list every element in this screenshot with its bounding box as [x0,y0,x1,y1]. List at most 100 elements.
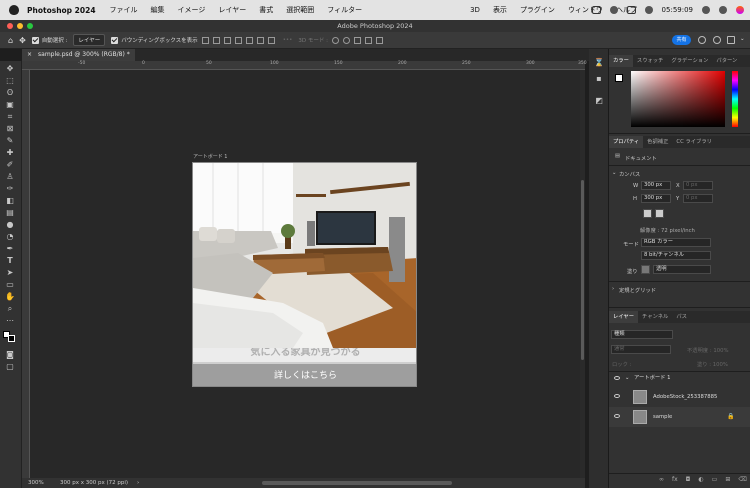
bounding-box-option[interactable]: バウンディングボックスを表示 [111,36,198,44]
new-group-icon[interactable]: ▭ [712,476,718,483]
horizontal-scrollbar-thumb[interactable] [262,481,452,485]
status-menu-arrow[interactable]: › [137,478,139,488]
close-tab-icon[interactable]: × [27,49,32,61]
layer-name[interactable]: アートボード 1 [634,369,671,387]
y-input[interactable]: 0 px [683,194,713,203]
height-input[interactable]: 300 px [641,194,671,203]
help-icon[interactable] [713,36,721,44]
width-input[interactable]: 300 px [641,181,671,190]
share-button[interactable]: 共有 [672,35,691,45]
menu-view[interactable]: 表示 [493,5,507,15]
layer-filter-dropdown[interactable]: 種類 [611,330,673,339]
path-select-tool-icon[interactable]: ➤ [5,269,15,277]
menu-select[interactable]: 選択範囲 [286,5,314,15]
landscape-icon[interactable] [655,209,664,218]
layer-name[interactable]: sample [653,407,672,427]
dodge-tool-icon[interactable]: ◔ [5,233,15,241]
background-color-icon[interactable] [8,335,15,342]
banner-headline[interactable]: 気に入る家具が見つかる [193,348,416,362]
auto-select-option[interactable]: 自動選択 : [31,36,67,44]
tab-adjustments[interactable]: 色調補正 [643,136,672,148]
chevron-right-icon[interactable]: › [612,286,614,292]
close-window-icon[interactable] [7,23,13,29]
brush-tool-icon[interactable]: ✐ [5,161,15,169]
foreground-swatch[interactable] [615,74,623,82]
siri-icon[interactable] [736,6,744,14]
clock-time[interactable]: 05:59:09 [662,6,693,14]
clock-icon[interactable] [644,6,653,14]
blend-mode-dropdown[interactable]: 通常 [611,345,671,354]
stamp-tool-icon[interactable]: ♙ [5,173,15,181]
crop-tool-icon[interactable]: ⌗ [5,113,15,121]
blur-tool-icon[interactable]: ● [5,221,15,229]
distribute-icon[interactable] [267,36,275,44]
3d-slide-icon[interactable] [365,36,373,44]
cta-button[interactable]: 詳しくはこちら [193,364,416,386]
zoom-tool-icon[interactable]: ⌕ [5,305,15,313]
fx-icon[interactable]: fx [672,476,678,483]
wifi-icon[interactable] [609,6,618,14]
visibility-eye-icon[interactable] [614,414,620,418]
opacity-field[interactable]: 不透明度 : 100% [687,346,728,354]
trash-icon[interactable]: ⌫ [738,476,746,483]
canvas-section-title[interactable]: カンバス [619,170,640,178]
align-left-icon[interactable] [201,36,209,44]
screen-mode-icon[interactable]: ▢ [5,363,15,371]
align-right-icon[interactable] [223,36,231,44]
layer-row-sample[interactable]: sample 🔒 [609,407,750,427]
tab-cc-libraries[interactable]: CC ライブラリ [672,136,716,148]
control-center-icon[interactable] [719,6,727,14]
pen-tool-icon[interactable]: ✒ [5,245,15,253]
menu-edit[interactable]: 編集 [151,5,165,15]
vertical-scrollbar[interactable] [580,70,585,478]
zoom-window-icon[interactable] [27,23,33,29]
tab-layers[interactable]: レイヤー [609,311,639,323]
3d-pan-icon[interactable] [354,36,362,44]
tab-gradients[interactable]: グラデーション [667,55,712,67]
chevron-down-icon[interactable]: ⌄ [740,36,746,44]
search-icon[interactable] [702,6,710,14]
more-tools-icon[interactable]: ⋯ [5,317,15,325]
move-tool-icon[interactable]: ✥ [5,65,15,73]
battery-icon[interactable] [626,6,636,14]
menu-type[interactable]: 書式 [259,5,273,15]
more-options-icon[interactable]: ••• [283,37,293,43]
type-tool-icon[interactable]: T [5,257,15,265]
scrollbar-thumb[interactable] [581,180,584,360]
3d-scale-icon[interactable] [376,36,384,44]
adjustments-icon[interactable]: ◩ [594,97,604,105]
document-tab[interactable]: × sample.psd @ 300% (RGB/8) * [22,49,135,61]
artboard-label[interactable]: アートボード 1 [193,153,227,160]
gradient-tool-icon[interactable]: ▤ [5,209,15,217]
tab-paths[interactable]: パス [672,311,691,323]
fill-swatch[interactable] [641,265,650,274]
tab-swatches[interactable]: スウォッチ [633,55,668,67]
home-icon[interactable]: ⌂ [8,36,13,45]
app-menu[interactable]: Photoshop 2024 [27,6,96,15]
search-icon[interactable] [698,36,706,44]
menu-file[interactable]: ファイル [110,5,138,15]
mode-dropdown[interactable]: RGB カラー [641,238,711,247]
move-tool-icon[interactable]: ✥ [19,36,26,45]
menu-filter[interactable]: フィルター [327,5,362,15]
screen-icon[interactable] [591,6,601,14]
tab-patterns[interactable]: パターン [712,55,741,67]
fill-dropdown[interactable]: 透明 [653,265,711,274]
align-middle-icon[interactable] [245,36,253,44]
chevron-down-icon[interactable]: ⌄ [625,369,629,387]
artboard[interactable]: 気に入る家具が見つかる 詳しくはこちら [192,162,417,387]
tab-channels[interactable]: チャンネル [638,311,672,323]
menu-3d[interactable]: 3D [470,6,480,14]
tab-color[interactable]: カラー [609,55,633,67]
menu-layer[interactable]: レイヤー [218,5,246,15]
chevron-down-icon[interactable]: ⌄ [612,170,616,176]
history-icon[interactable]: ⌛ [594,59,604,67]
zoom-level[interactable]: 300% [28,478,44,488]
color-picker-field[interactable] [631,71,725,127]
auto-select-checkbox[interactable] [31,36,39,44]
link-layers-icon[interactable]: ∞ [659,476,664,483]
comments-icon[interactable]: ▪ [594,75,604,83]
hand-tool-icon[interactable]: ✋ [5,293,15,301]
layer-name[interactable]: AdobeStock_253387885 [653,387,717,407]
bounding-box-checkbox[interactable] [111,36,119,44]
